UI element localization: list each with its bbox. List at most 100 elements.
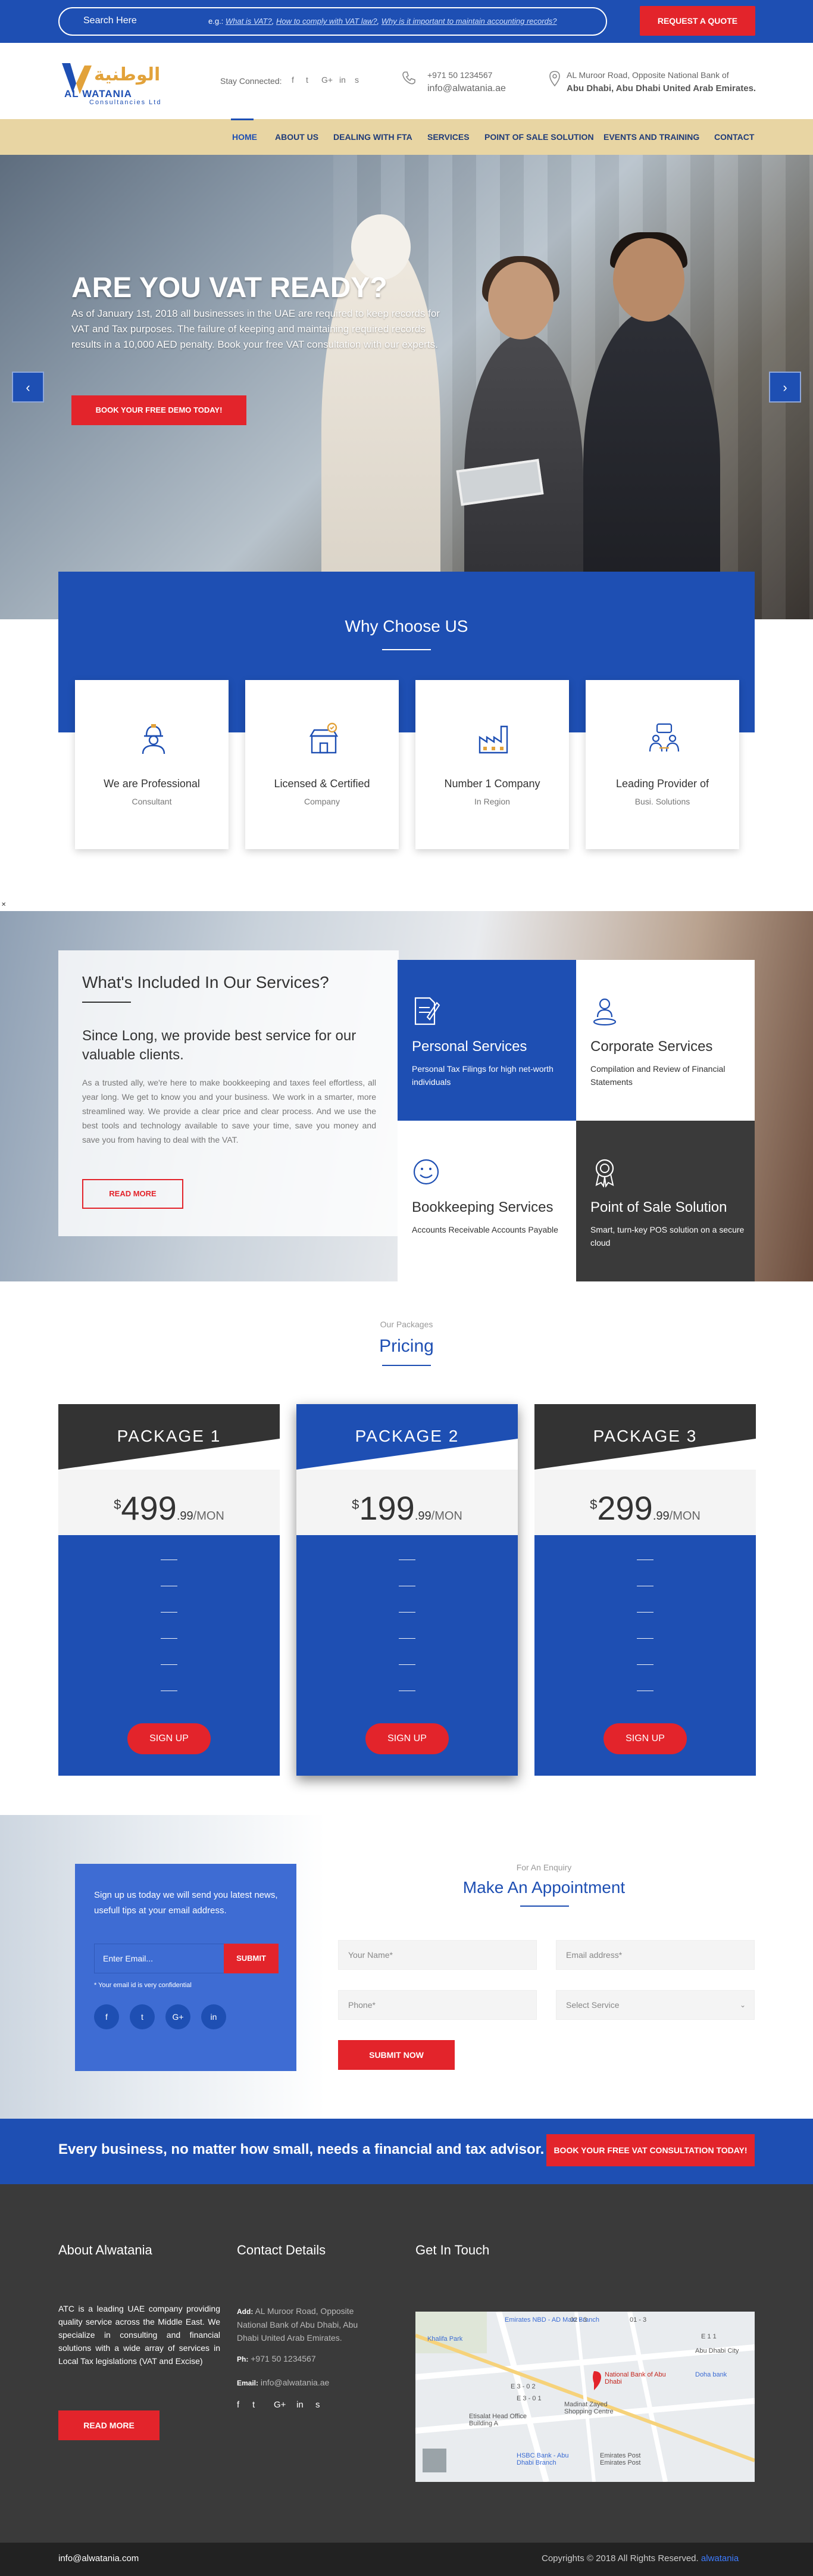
facebook-icon[interactable]: f (94, 2004, 119, 2029)
hint-prefix: e.g.: (208, 17, 224, 26)
footer-about-title: About Alwatania (58, 2243, 152, 2257)
nav-point-of-sale[interactable]: POINT OF SALE SOLUTION (484, 132, 594, 142)
map-road-label: E 3 - 0 1 (517, 2395, 542, 2402)
slider-next-icon[interactable]: › (769, 372, 801, 403)
close-icon[interactable]: ✕ (1, 902, 6, 908)
location-map[interactable]: Emirates NBD - AD Main Branch Khalifa Pa… (415, 2312, 755, 2482)
phone-field[interactable]: Phone* (338, 1990, 537, 2020)
footer-email: Email: info@alwatania.ae (237, 2376, 380, 2390)
twitter-icon[interactable]: t (306, 75, 308, 85)
footer-read-more-button[interactable]: READ MORE (58, 2410, 160, 2440)
facebook-icon[interactable]: f (237, 2400, 239, 2410)
package-price: $299.99/MON (534, 1489, 756, 1527)
linkedin-icon[interactable]: in (201, 2004, 226, 2029)
package-feature: —— (161, 1607, 177, 1616)
package-feature: —— (399, 1685, 415, 1695)
price-cents: .99 (176, 1510, 193, 1523)
package-feature: —— (399, 1633, 415, 1642)
linkedin-icon[interactable]: in (339, 75, 346, 85)
submit-now-button[interactable]: SUBMIT NOW (338, 2040, 455, 2070)
stay-connected-label: Stay Connected: (220, 76, 282, 86)
header-address-line2: Abu Dhabi, Abu Dhabi United Arab Emirate… (567, 83, 756, 93)
twitter-icon[interactable]: t (130, 2004, 155, 2029)
nav-about[interactable]: ABOUT US (275, 132, 318, 142)
why-card-title: Leading Provider of (615, 778, 709, 790)
google-plus-icon[interactable]: G+ (274, 2400, 286, 2410)
package-feature: —— (161, 1580, 177, 1590)
request-quote-button[interactable]: REQUEST A QUOTE (640, 6, 755, 36)
phone-value[interactable]: +971 50 1234567 (251, 2354, 315, 2363)
package-price: $199.99/MON (296, 1489, 518, 1527)
header-phone[interactable]: +971 50 1234567 (427, 70, 492, 80)
pricing-package-3: PACKAGE 3 $299.99/MON —— —— —— —— —— —— … (534, 1404, 756, 1776)
sign-up-button[interactable]: SIGN UP (365, 1723, 449, 1754)
map-road-label: E 1 1 (701, 2333, 717, 2340)
certified-shop-icon (309, 722, 339, 754)
person-pin-icon (593, 998, 617, 1026)
nav-contact[interactable]: CONTACT (714, 132, 754, 142)
service-point-of-sale[interactable]: Point of Sale Solution Smart, turn-key P… (576, 1121, 755, 1281)
why-title-underline (382, 649, 431, 650)
hero-person-face (613, 238, 684, 322)
service-personal[interactable]: Personal Services Personal Tax Filings f… (398, 960, 576, 1121)
why-card-licensed: Licensed & Certified Company (245, 680, 399, 849)
nav-home[interactable]: HOME (232, 132, 257, 142)
hint-link-vat[interactable]: What is VAT? (226, 17, 272, 26)
service-desc: Compilation and Review of Financial Stat… (590, 1064, 726, 1087)
package-feature: —— (637, 1633, 653, 1642)
slider-prev-icon[interactable]: ‹ (12, 372, 44, 403)
services-read-more-button[interactable]: READ MORE (82, 1179, 183, 1209)
copyright-brand-link[interactable]: alwatania (701, 2553, 739, 2563)
why-card-sub: Company (304, 797, 340, 806)
price-currency: $ (590, 1497, 598, 1512)
package-feature: —— (637, 1554, 653, 1564)
email-field[interactable]: Email address* (556, 1940, 755, 1970)
google-plus-icon[interactable]: G+ (321, 75, 333, 85)
why-choose-title: Why Choose US (345, 617, 468, 635)
hero-title: ARE YOU VAT READY? (71, 272, 387, 304)
services-subtitle: Since Long, we provide best service for … (82, 1028, 357, 1063)
logo-arabic[interactable]: الوطنية (94, 64, 160, 85)
service-bookkeeping[interactable]: Bookkeeping Services Accounts Receivable… (398, 1121, 576, 1281)
hint-link-comply[interactable]: How to comply with VAT law? (276, 17, 377, 26)
phone-label: Ph: (237, 2355, 249, 2363)
search-label[interactable]: Search Here (83, 15, 137, 26)
email-value[interactable]: info@alwatania.ae (261, 2378, 329, 2387)
newsletter-email-input[interactable]: Enter Email... (94, 1944, 231, 1973)
package-feature: —— (161, 1659, 177, 1669)
hint-link-records[interactable]: Why is it important to maintain accounti… (382, 17, 557, 26)
service-desc: Accounts Receivable Accounts Payable (412, 1225, 558, 1234)
hero-text: As of January 1st, 2018 all businesses i… (71, 308, 440, 350)
logo-name[interactable]: AL WATANIA (64, 88, 132, 100)
service-corporate[interactable]: Corporate Services Compilation and Revie… (576, 960, 755, 1121)
appointment-small-label: For An Enquiry (516, 1863, 572, 1872)
service-select[interactable]: Select Service ⌄ (556, 1990, 755, 2020)
twitter-icon[interactable]: t (252, 2400, 255, 2410)
name-field[interactable]: Your Name* (338, 1940, 537, 1970)
search-box[interactable]: Search Here e.g.: What is VAT?, How to c… (58, 7, 607, 36)
map-road-label: 01 - 3 (630, 2316, 647, 2324)
skype-icon[interactable]: s (315, 2400, 320, 2410)
skype-icon[interactable]: s (355, 75, 359, 85)
book-demo-button[interactable]: BOOK YOUR FREE DEMO TODAY! (71, 395, 246, 425)
free-consultation-button[interactable]: BOOK YOUR FREE VAT CONSULTATION TODAY! (546, 2134, 755, 2166)
bottom-email[interactable]: info@alwatania.com (58, 2553, 139, 2563)
header-address-line1: AL Muroor Road, Opposite National Bank o… (567, 70, 729, 80)
header-email[interactable]: info@alwatania.ae (427, 83, 506, 94)
nav-dealing-with-fta[interactable]: DEALING WITH FTA (333, 132, 412, 142)
footer-address: Add: AL Muroor Road, Opposite National B… (237, 2304, 380, 2344)
sign-up-button[interactable]: SIGN UP (604, 1723, 687, 1754)
nav-services[interactable]: SERVICES (427, 132, 470, 142)
linkedin-icon[interactable]: in (296, 2400, 304, 2410)
sign-up-button[interactable]: SIGN UP (127, 1723, 211, 1754)
package-feature: —— (161, 1685, 177, 1695)
package-name: PACKAGE 1 (117, 1427, 221, 1445)
nav-events-training[interactable]: EVENTS AND TRAINING (604, 132, 699, 142)
package-feature: —— (399, 1607, 415, 1616)
newsletter-submit-button[interactable]: SUBMIT (224, 1944, 279, 1973)
facebook-icon[interactable]: f (292, 75, 294, 85)
pricing-package-2: PACKAGE 2 $199.99/MON —— —— —— —— —— —— … (296, 1404, 518, 1776)
google-plus-icon[interactable]: G+ (165, 2004, 190, 2029)
map-label: Abu Dhabi City (695, 2347, 739, 2354)
why-card-number-one: Number 1 Company In Region (415, 680, 569, 849)
